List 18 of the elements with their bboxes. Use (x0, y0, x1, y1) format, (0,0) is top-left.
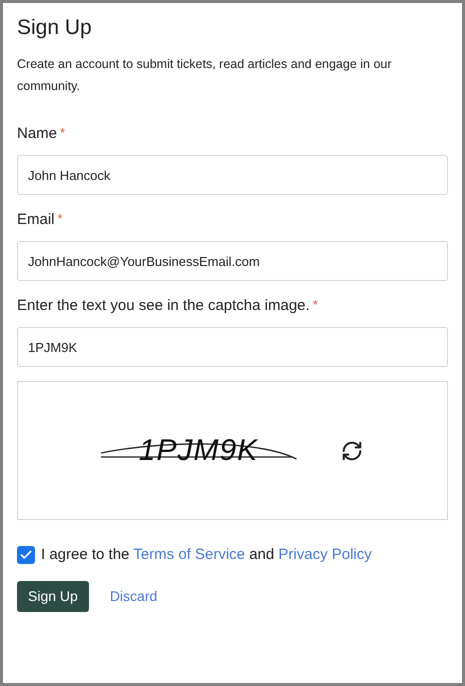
page-title: Sign Up (17, 15, 93, 41)
text-field[interactable]: 1PJM9K (17, 327, 448, 367)
required-mark: * (60, 124, 66, 142)
field-label: Name (17, 124, 58, 144)
required-mark: * (312, 296, 318, 314)
field-label: Enter the text you see in the captcha image. (17, 296, 310, 316)
text-field[interactable]: JohnHancock@YourBusinessEmail.com (17, 241, 448, 281)
privacy-link[interactable]: Privacy Policy (278, 546, 372, 563)
field-label: Email (17, 210, 55, 230)
sign-up-button[interactable]: Sign Up (17, 580, 89, 612)
refresh-icon[interactable] (340, 438, 364, 462)
required-mark: * (58, 210, 63, 228)
intro-text: Create an account to submit tickets, read articles and engage in our community. (17, 56, 393, 95)
terms-link[interactable]: Terms of Service (133, 546, 246, 563)
text-field[interactable]: John Hancock (17, 155, 448, 195)
agree-checkbox[interactable] (17, 546, 35, 564)
discard-link[interactable]: Discard (110, 586, 158, 606)
agree-text: I agree to the Terms of Service and Privacy Policy (41, 545, 372, 565)
